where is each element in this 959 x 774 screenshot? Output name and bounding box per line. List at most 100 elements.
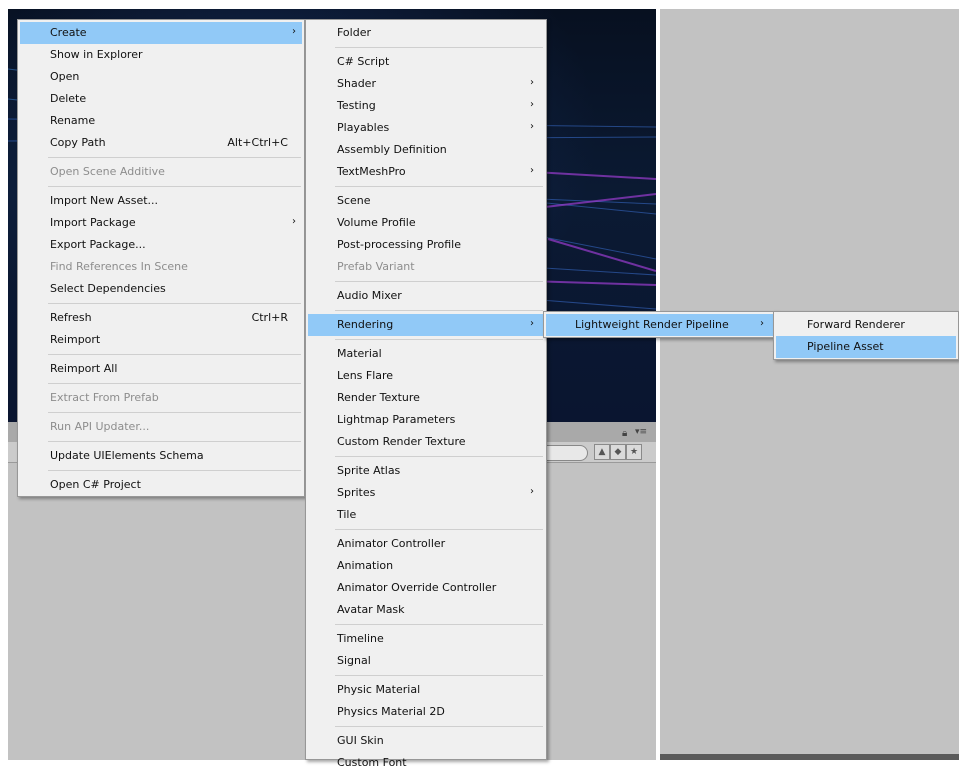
menu-item-assembly-definition[interactable]: Assembly Definition <box>308 139 544 161</box>
menu-item-label: Sprites <box>337 486 376 499</box>
menu-item-custom-render-texture[interactable]: Custom Render Texture <box>308 431 544 453</box>
menu-item-render-texture[interactable]: Render Texture <box>308 387 544 409</box>
menu-item-extract-from-prefab: Extract From Prefab <box>20 387 302 409</box>
chevron-right-icon: › <box>760 318 764 329</box>
menu-item-physics-material-2d[interactable]: Physics Material 2D <box>308 701 544 723</box>
menu-item-shader[interactable]: Shader › <box>308 73 544 95</box>
menu-item-label: Create <box>50 26 87 39</box>
chevron-right-icon: › <box>530 77 534 88</box>
menu-item-animator-controller[interactable]: Animator Controller <box>308 533 544 555</box>
chevron-right-icon: › <box>530 99 534 110</box>
star-icon[interactable]: ★ <box>626 444 642 460</box>
menu-item-testing[interactable]: Testing › <box>308 95 544 117</box>
menu-item-animation[interactable]: Animation <box>308 555 544 577</box>
context-menu: Create › Show in Explorer Open Delete Rename C… <box>17 19 305 497</box>
menu-item-material[interactable]: Material <box>308 343 544 365</box>
menu-separator <box>335 624 543 625</box>
menu-item-tile[interactable]: Tile <box>308 504 544 526</box>
menu-item-label: Sprite Atlas <box>337 464 401 477</box>
inspector-footer <box>660 754 959 760</box>
menu-item-label: Forward Renderer <box>807 318 905 331</box>
menu-item-label: Tile <box>337 508 357 521</box>
menu-item-label: Assembly Definition <box>337 143 447 156</box>
menu-item-rename[interactable]: Rename <box>20 110 302 132</box>
menu-item-label: Rename <box>50 114 96 127</box>
menu-separator <box>335 47 543 48</box>
menu-item-c-script[interactable]: C# Script <box>308 51 544 73</box>
menu-item-physic-material[interactable]: Physic Material <box>308 679 544 701</box>
chevron-right-icon: › <box>530 486 534 497</box>
menu-item-volume-profile[interactable]: Volume Profile <box>308 212 544 234</box>
menu-item-label: Custom Render Texture <box>337 435 466 448</box>
menu-item-rendering[interactable]: Rendering › <box>308 314 544 336</box>
menu-item-label: Select Dependencies <box>50 282 166 295</box>
menu-item-copy-path[interactable]: Copy Path Alt+Ctrl+C <box>20 132 302 154</box>
menu-item-signal[interactable]: Signal <box>308 650 544 672</box>
menu-item-refresh[interactable]: Refresh Ctrl+R <box>20 307 302 329</box>
menu-item-forward-renderer[interactable]: Forward Renderer <box>776 314 956 336</box>
menu-item-label: Update UIElements Schema <box>50 449 204 462</box>
menu-item-open[interactable]: Open <box>20 66 302 88</box>
menu-item-label: Open <box>50 70 80 83</box>
menu-item-label: Export Package... <box>50 238 146 251</box>
menu-item-delete[interactable]: Delete <box>20 88 302 110</box>
menu-item-reimport-all[interactable]: Reimport All <box>20 358 302 380</box>
menu-item-label: Extract From Prefab <box>50 391 159 404</box>
menu-separator <box>335 186 543 187</box>
menu-item-label: GUI Skin <box>337 734 384 747</box>
menu-item-textmeshpro[interactable]: TextMeshPro › <box>308 161 544 183</box>
chevron-right-icon: › <box>292 26 296 37</box>
menu-item-lens-flare[interactable]: Lens Flare <box>308 365 544 387</box>
menu-item-create[interactable]: Create › <box>20 22 302 44</box>
menu-item-reimport[interactable]: Reimport <box>20 329 302 351</box>
filter-by-type-icon[interactable]: ▲ <box>594 444 610 460</box>
menu-item-show-in-explorer[interactable]: Show in Explorer <box>20 44 302 66</box>
menu-item-post-processing-profile[interactable]: Post-processing Profile <box>308 234 544 256</box>
menu-item-update-uielements-schema[interactable]: Update UIElements Schema <box>20 445 302 467</box>
menu-item-label: Open Scene Additive <box>50 165 165 178</box>
menu-item-open-c-project[interactable]: Open C# Project <box>20 474 302 496</box>
menu-item-import-new-asset[interactable]: Import New Asset... <box>20 190 302 212</box>
menu-item-label: Timeline <box>337 632 384 645</box>
menu-item-sprite-atlas[interactable]: Sprite Atlas <box>308 460 544 482</box>
menu-separator <box>48 470 301 471</box>
menu-separator <box>48 383 301 384</box>
menu-separator <box>48 303 301 304</box>
menu-item-folder[interactable]: Folder <box>308 22 544 44</box>
menu-item-timeline[interactable]: Timeline <box>308 628 544 650</box>
menu-item-label: Volume Profile <box>337 216 416 229</box>
menu-item-label: Render Texture <box>337 391 420 404</box>
menu-item-label: Reimport All <box>50 362 118 375</box>
menu-item-lightweight-render-pipeline[interactable]: Lightweight Render Pipeline › <box>546 314 774 336</box>
menu-item-import-package[interactable]: Import Package › <box>20 212 302 234</box>
menu-item-scene[interactable]: Scene <box>308 190 544 212</box>
menu-item-playables[interactable]: Playables › <box>308 117 544 139</box>
menu-separator <box>335 529 543 530</box>
menu-item-label: Refresh <box>50 311 92 324</box>
menu-item-custom-font[interactable]: Custom Font <box>308 752 544 774</box>
menu-item-label: Lightmap Parameters <box>337 413 456 426</box>
menu-item-label: Lightweight Render Pipeline <box>575 318 729 331</box>
rendering-submenu: Lightweight Render Pipeline › <box>543 311 777 338</box>
filter-by-label-icon[interactable]: ◆ <box>610 444 626 460</box>
lock-icon[interactable]: 🔒︎ <box>622 428 627 439</box>
menu-item-export-package[interactable]: Export Package... <box>20 234 302 256</box>
menu-item-pipeline-asset[interactable]: Pipeline Asset <box>776 336 956 358</box>
menu-item-label: Animator Controller <box>337 537 446 550</box>
menu-item-avatar-mask[interactable]: Avatar Mask <box>308 599 544 621</box>
menu-item-select-dependencies[interactable]: Select Dependencies <box>20 278 302 300</box>
create-submenu: Folder C# Script Shader › Testing › Playables ›… <box>305 19 547 769</box>
menu-item-label: Custom Font <box>337 756 407 769</box>
menu-item-label: C# Script <box>337 55 390 68</box>
menu-item-sprites[interactable]: Sprites › <box>308 482 544 504</box>
panel-menu-icon[interactable]: ▾≡ <box>635 427 647 437</box>
menu-item-label: Pipeline Asset <box>807 340 884 353</box>
menu-item-label: Import New Asset... <box>50 194 159 207</box>
menu-item-animator-override-controller[interactable]: Animator Override Controller <box>308 577 544 599</box>
menu-item-audio-mixer[interactable]: Audio Mixer <box>308 285 544 307</box>
menu-separator <box>335 675 543 676</box>
chevron-right-icon: › <box>292 216 296 227</box>
menu-separator <box>335 339 543 340</box>
menu-item-lightmap-parameters[interactable]: Lightmap Parameters <box>308 409 544 431</box>
menu-item-gui-skin[interactable]: GUI Skin <box>308 730 544 752</box>
